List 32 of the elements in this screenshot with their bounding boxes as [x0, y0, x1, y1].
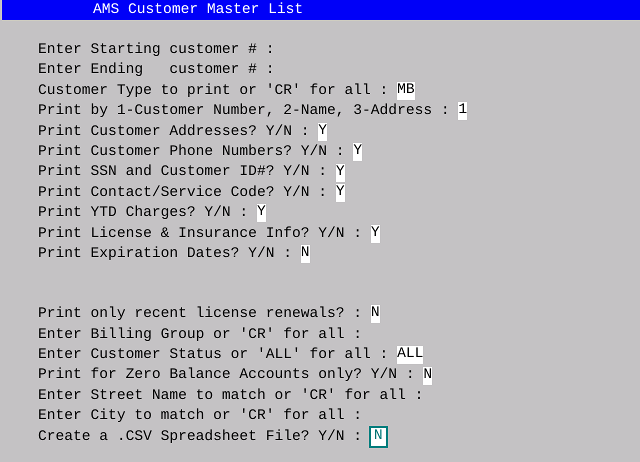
prompt-label: Enter Customer Status or 'ALL' for all : — [38, 346, 388, 366]
prompt-label: Enter Billing Group or 'CR' for all : — [38, 326, 362, 345]
input-field[interactable]: N — [300, 245, 310, 264]
input-field[interactable]: N — [370, 305, 380, 324]
prompt-label: Print Contact/Service Code? Y/N : — [38, 184, 328, 203]
prompt-label: Enter City to match or 'CR' for all : — [38, 407, 362, 426]
prompt-label: Enter Starting customer # : — [38, 41, 274, 60]
prompt-label: Customer Type to print or 'CR' for all : — [38, 82, 388, 101]
input-field[interactable]: ALL — [397, 346, 424, 364]
prompt-label: Enter Street Name to match or 'CR' for all : — [38, 386, 424, 406]
input-field[interactable]: Y — [318, 122, 328, 141]
input-field[interactable]: MB — [397, 82, 415, 100]
input-field[interactable]: Y — [336, 184, 345, 202]
input-field[interactable]: Y — [336, 164, 345, 182]
input-field[interactable]: Y — [256, 204, 266, 222]
prompt-label: Print for Zero Balance Accounts only? Y/N : — [38, 366, 415, 386]
prompt-label: Print by 1-Customer Number, 2-Name, 3-Address : — [38, 102, 450, 122]
prompt-label: Print Expiration Dates? Y/N : — [38, 244, 292, 264]
input-field[interactable]: N — [370, 428, 386, 446]
prompt-label: Print YTD Charges? Y/N : — [38, 204, 248, 224]
prompt-label: Create a .CSV Spreadsheet File? Y/N : — [38, 428, 362, 447]
input-field[interactable]: N — [423, 366, 432, 385]
input-field[interactable]: Y — [353, 143, 362, 162]
prompt-label: Print only recent license renewals? : — [38, 305, 362, 324]
window-title: AMS Customer Master List — [2, 0, 640, 20]
prompt-label: Print Customer Phone Numbers? Y/N : — [38, 142, 345, 162]
prompt-label: Enter Ending customer # : — [38, 61, 274, 80]
prompt-label: Print License & Insurance Info? Y/N : — [38, 224, 362, 244]
prompt-label: Print SSN and Customer ID#? Y/N : — [38, 163, 328, 182]
input-field[interactable]: 1 — [458, 102, 468, 120]
prompt-label: Print Customer Addresses? Y/N : — [38, 122, 310, 142]
input-field[interactable]: Y — [370, 224, 380, 243]
